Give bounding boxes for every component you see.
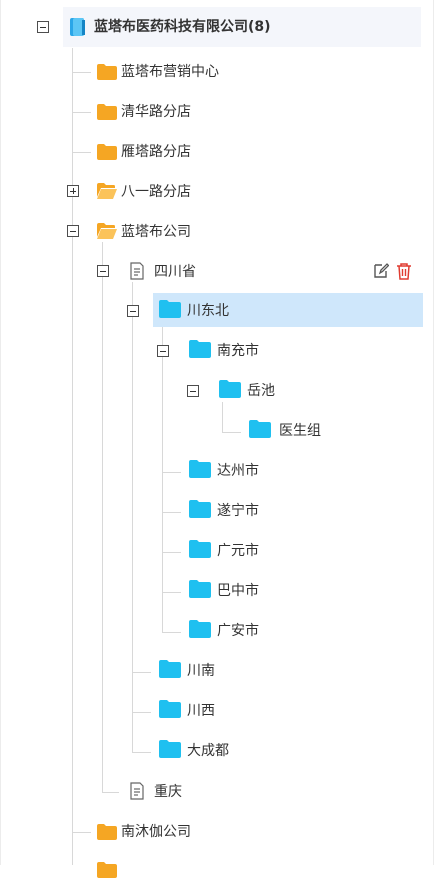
document-icon: [129, 262, 145, 284]
tree-node-label[interactable]: 清华路分店: [121, 102, 191, 122]
tree-panel: 蓝塔布医药科技有限公司(8) 蓝塔布营销中心 清华路分店 雁塔路分店 八一路分店…: [0, 0, 434, 878]
tree-node-label[interactable]: 蓝塔布公司: [121, 222, 191, 242]
tree-connector: [73, 152, 91, 153]
tree-node-label[interactable]: 川西: [187, 701, 215, 721]
folder-icon: [189, 460, 211, 482]
tree-node-label[interactable]: 雁塔路分店: [121, 142, 191, 162]
root-node-label[interactable]: 蓝塔布医药科技有限公司(8): [94, 17, 271, 37]
tree-node-label[interactable]: 蓝塔布营销中心: [121, 62, 219, 82]
tree-node-label[interactable]: 医生组: [279, 421, 321, 441]
tree-connector: [222, 402, 223, 433]
tree-node-label[interactable]: 八一路分店: [121, 182, 191, 202]
folder-icon: [97, 64, 117, 84]
tree-node-label[interactable]: 广安市: [217, 621, 259, 641]
folder-icon: [159, 700, 181, 722]
folder-icon: [97, 824, 117, 844]
tree-node-label[interactable]: 南充市: [217, 341, 259, 361]
tree-connector: [163, 592, 181, 593]
tree-node-label[interactable]: 川东北: [187, 301, 229, 321]
delete-icon[interactable]: [396, 262, 412, 284]
tree-node-label[interactable]: 川南: [187, 661, 215, 681]
collapse-toggle[interactable]: [127, 305, 139, 317]
collapse-toggle[interactable]: [157, 345, 169, 357]
folder-icon: [189, 580, 211, 602]
tree-connector: [163, 512, 181, 513]
tree-connector: [133, 752, 151, 753]
folder-icon: [189, 540, 211, 562]
tree-connector: [102, 242, 103, 793]
tree-node-label[interactable]: 广元市: [217, 541, 259, 561]
tree-node-label[interactable]: 重庆: [154, 782, 182, 802]
collapse-toggle[interactable]: [37, 21, 49, 33]
tree-connector: [132, 282, 133, 753]
tree-connector: [223, 432, 241, 433]
folder-open-icon: [97, 183, 117, 203]
book-icon: [69, 17, 87, 41]
tree-connector: [72, 48, 73, 865]
folder-icon: [189, 340, 211, 362]
folder-icon: [219, 380, 241, 402]
tree-node-label[interactable]: 达州市: [217, 461, 259, 481]
document-icon: [129, 782, 145, 804]
folder-icon: [189, 500, 211, 522]
tree-node-label[interactable]: 遂宁市: [217, 501, 259, 521]
collapse-toggle[interactable]: [67, 225, 79, 237]
tree-connector: [73, 832, 91, 833]
tree-connector: [163, 632, 181, 633]
tree-node-label[interactable]: 四川省: [154, 262, 196, 282]
collapse-toggle[interactable]: [187, 385, 199, 397]
tree-connector: [163, 552, 181, 553]
folder-icon: [249, 420, 271, 442]
expand-toggle[interactable]: [67, 185, 79, 197]
folder-icon: [189, 620, 211, 642]
folder-icon: [97, 104, 117, 124]
tree-connector: [133, 712, 151, 713]
tree-connector: [103, 792, 119, 793]
folder-icon: [159, 300, 181, 322]
tree-connector: [73, 72, 91, 73]
tree-connector: [133, 672, 151, 673]
tree-connector: [163, 472, 181, 473]
folder-icon: [97, 144, 117, 164]
folder-open-icon: [97, 223, 117, 243]
tree-connector: [73, 112, 91, 113]
tree-node-label[interactable]: 大成都: [187, 741, 229, 761]
tree-node-label[interactable]: 南沐伽公司: [121, 822, 191, 842]
folder-icon: [159, 740, 181, 762]
collapse-toggle[interactable]: [97, 265, 109, 277]
folder-icon: [159, 660, 181, 682]
tree-node-label[interactable]: 巴中市: [217, 581, 259, 601]
edit-icon[interactable]: [373, 263, 390, 283]
folder-icon: [97, 862, 117, 882]
tree-connector: [162, 322, 163, 633]
tree-node-label[interactable]: 岳池: [247, 381, 275, 401]
